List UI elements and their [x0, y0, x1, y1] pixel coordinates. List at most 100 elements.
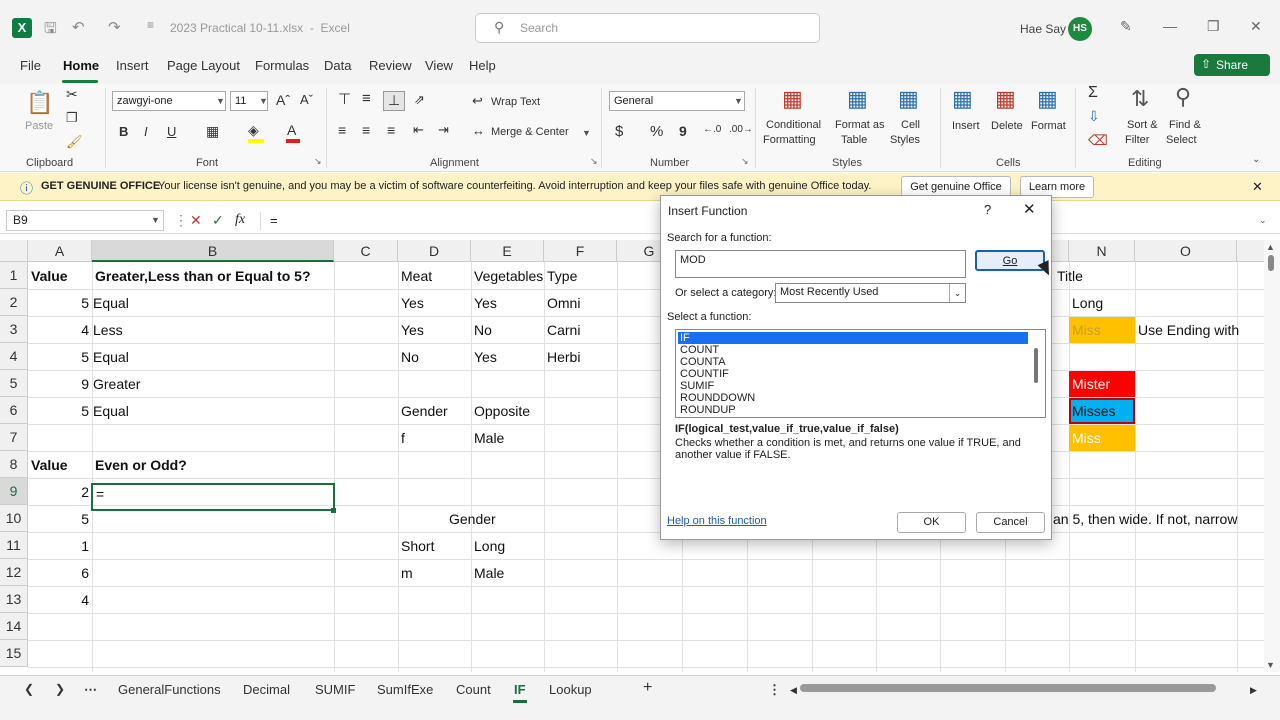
row-header[interactable]: 1	[0, 262, 28, 289]
cell-d6[interactable]: Gender	[398, 398, 451, 424]
list-item[interactable]: ROUNDUP	[678, 404, 1028, 416]
copy-icon[interactable]: ❐	[66, 110, 78, 126]
more-sheets-icon[interactable]: ⋯	[84, 682, 97, 698]
delete-cells-button[interactable]: Delete	[991, 120, 1023, 132]
cell-a12[interactable]: 6	[28, 560, 92, 586]
cell-e4[interactable]: Yes	[471, 344, 500, 370]
cancel-entry-icon[interactable]: ✕	[190, 212, 202, 229]
vertical-scroll-thumb[interactable]	[1268, 255, 1274, 271]
menu-data[interactable]: Data	[324, 58, 351, 73]
sort-filter-label-2[interactable]: Filter	[1125, 134, 1149, 146]
go-button[interactable]: Go	[975, 250, 1045, 271]
align-center-icon[interactable]: ≡	[362, 122, 370, 138]
underline-button[interactable]: U	[167, 124, 176, 139]
cell-m1[interactable]: Title	[1054, 263, 1086, 289]
list-item[interactable]: SUMIF	[678, 380, 1028, 392]
menu-home[interactable]: Home	[63, 58, 99, 73]
row-header[interactable]: 12	[0, 559, 28, 586]
fill-color-icon[interactable]: ◈	[248, 122, 259, 139]
cell-b6[interactable]: Equal	[90, 398, 132, 424]
cell-n3[interactable]: Miss	[1069, 317, 1104, 343]
help-button[interactable]: ?	[984, 202, 991, 217]
save-icon[interactable]: 🖫	[44, 18, 57, 43]
align-left-icon[interactable]: ≡	[338, 122, 346, 138]
undo-icon[interactable]: ↶	[72, 18, 85, 36]
cell-styles-label-2[interactable]: Styles	[890, 134, 920, 146]
cell-a4[interactable]: 5	[28, 344, 92, 370]
cell-d2[interactable]: Yes	[398, 290, 427, 316]
cell-d7[interactable]: f	[398, 425, 408, 451]
row-header[interactable]: 6	[0, 397, 28, 424]
list-item[interactable]: IF	[678, 332, 1028, 344]
cell-d10[interactable]: Gender	[446, 506, 499, 532]
cell-e1[interactable]: Vegetables	[471, 263, 546, 289]
cut-icon[interactable]: ✂	[66, 86, 78, 103]
wrap-text-button[interactable]: Wrap Text	[491, 96, 540, 108]
align-right-icon[interactable]: ≡	[387, 122, 395, 138]
row-header[interactable]: 2	[0, 289, 28, 316]
paste-icon[interactable]: 📋	[26, 90, 53, 116]
minimize-icon[interactable]: —	[1163, 18, 1177, 34]
tab-sumifexe[interactable]: SumIfExe	[377, 682, 433, 697]
close-icon[interactable]: ✕	[1023, 200, 1036, 218]
column-header[interactable]: E	[471, 240, 544, 262]
conditional-formatting-label-2[interactable]: Formatting	[763, 134, 816, 146]
column-header[interactable]: D	[398, 240, 471, 262]
cell-d3[interactable]: Yes	[398, 317, 427, 343]
column-header[interactable]: O	[1135, 240, 1237, 262]
scroll-right-icon[interactable]: ▶	[1250, 685, 1257, 696]
row-header[interactable]: 3	[0, 316, 28, 343]
cell-f2[interactable]: Omni	[544, 290, 583, 316]
cell-d12[interactable]: m	[398, 560, 416, 586]
redo-icon[interactable]: ↷	[108, 18, 121, 36]
cell-e11[interactable]: Long	[471, 533, 508, 559]
menu-view[interactable]: View	[425, 58, 453, 73]
cell-b1[interactable]: Greater,Less than or Equal to 5?	[92, 263, 314, 289]
scroll-left-icon[interactable]: ◀	[790, 685, 797, 696]
currency-button[interactable]: $	[615, 123, 623, 140]
list-item[interactable]: COUNT	[678, 344, 1028, 356]
chevron-down-icon[interactable]: ⌄	[949, 284, 965, 302]
list-item[interactable]: ROUNDDOWN	[678, 392, 1028, 404]
menu-review[interactable]: Review	[369, 58, 412, 73]
font-color-icon[interactable]: A	[287, 122, 296, 138]
format-as-table-label-2[interactable]: Table	[841, 134, 867, 146]
menu-formulas[interactable]: Formulas	[255, 58, 309, 73]
fill-handle[interactable]	[331, 508, 336, 513]
decrease-indent-icon[interactable]: ⇤	[413, 122, 424, 138]
cell-d4[interactable]: No	[398, 344, 422, 370]
insert-cells-button[interactable]: Insert	[952, 120, 980, 132]
more-options-icon[interactable]: ⋮	[768, 682, 781, 698]
decrease-decimal-icon[interactable]: .00→	[729, 124, 753, 135]
bold-button[interactable]: B	[119, 124, 128, 139]
increase-font-icon[interactable]: Aˆ	[276, 92, 290, 108]
cell-a8[interactable]: Value	[28, 452, 71, 478]
merge-center-button[interactable]: Merge & Center	[491, 126, 569, 138]
fill-icon[interactable]: ⇩	[1088, 108, 1100, 125]
tab-lookup[interactable]: Lookup	[549, 682, 592, 697]
cell-d11[interactable]: Short	[398, 533, 437, 559]
row-header[interactable]: 14	[0, 613, 28, 640]
row-header[interactable]: 5	[0, 370, 28, 397]
add-sheet-icon[interactable]: +	[643, 679, 652, 697]
list-item[interactable]: COUNTA	[678, 356, 1028, 368]
avatar[interactable]: HS	[1068, 17, 1092, 41]
confirm-entry-icon[interactable]: ✓	[212, 212, 224, 229]
percent-button[interactable]: %	[650, 123, 663, 140]
cell-a9[interactable]: 2	[28, 479, 92, 505]
restore-icon[interactable]: ❐	[1207, 18, 1220, 35]
column-header[interactable]: B	[92, 240, 334, 262]
find-select-label-1[interactable]: Find &	[1169, 119, 1201, 131]
cancel-button[interactable]: Cancel	[976, 512, 1045, 533]
font-family-select[interactable]: zawgyi-one	[112, 91, 226, 111]
help-on-function-link[interactable]: Help on this function	[667, 515, 767, 527]
comma-button[interactable]: 9	[679, 123, 687, 139]
tab-generalfunctions[interactable]: GeneralFunctions	[118, 682, 221, 697]
align-top-icon[interactable]: ⊤	[338, 90, 351, 108]
cell-a11[interactable]: 1	[28, 533, 92, 559]
tab-count[interactable]: Count	[456, 682, 491, 697]
menu-help[interactable]: Help	[469, 58, 496, 73]
paste-button[interactable]: Paste	[25, 120, 53, 132]
collapse-ribbon-icon[interactable]: ⌄	[1252, 154, 1260, 165]
cell-b4[interactable]: Equal	[90, 344, 132, 370]
